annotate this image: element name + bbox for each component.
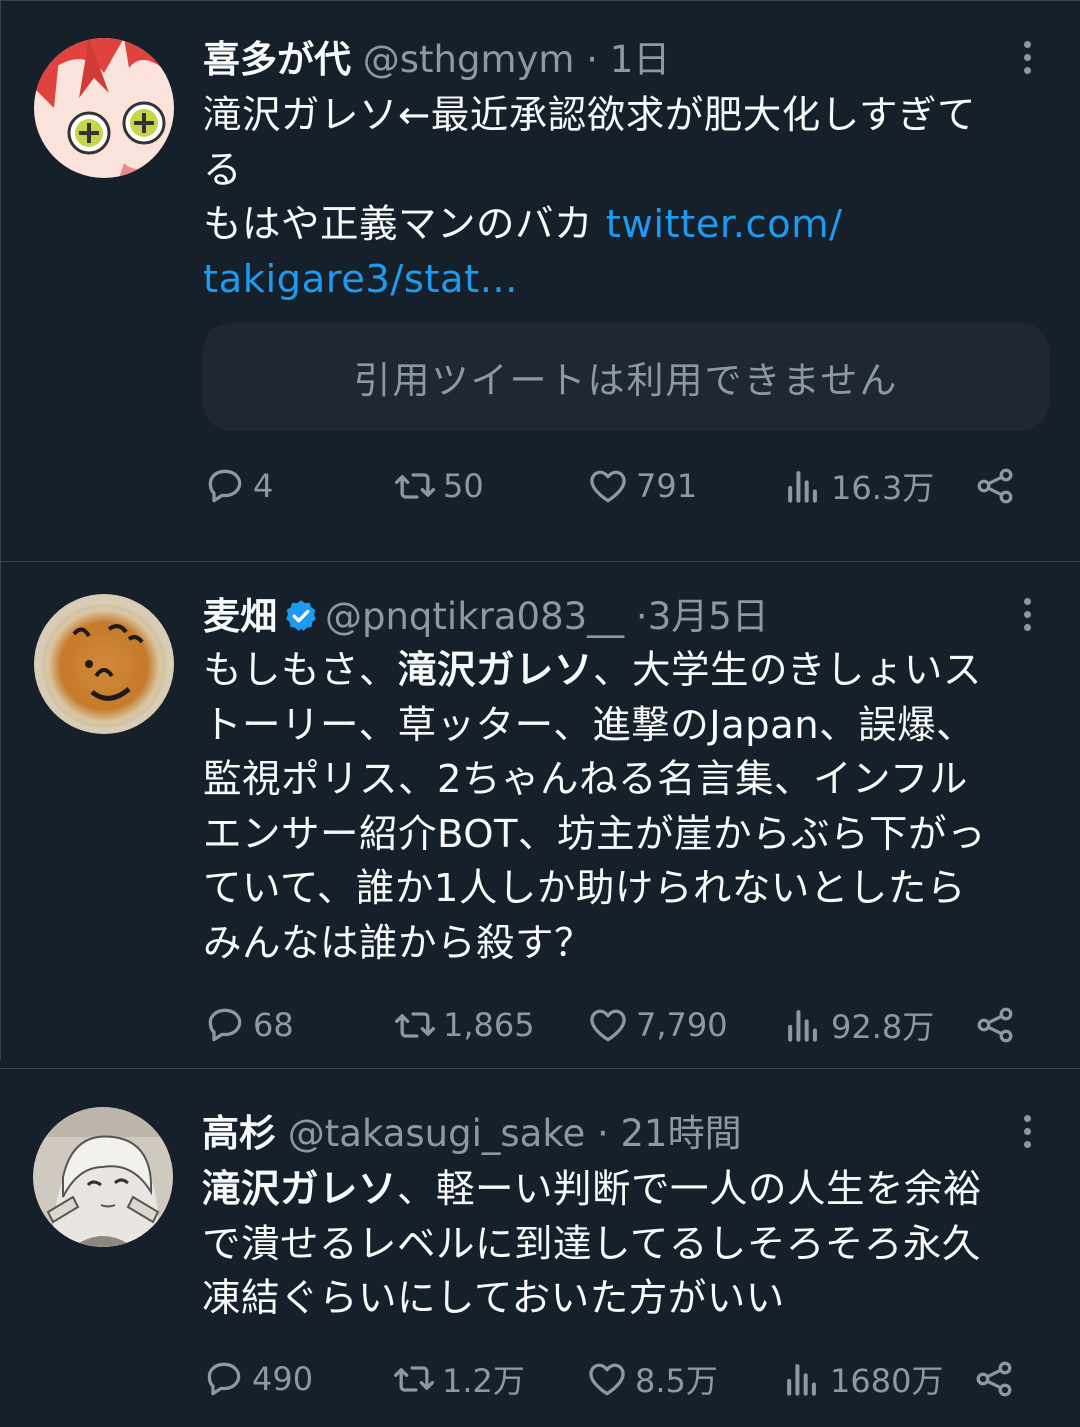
separator-dot: · <box>586 38 598 81</box>
verified-badge-icon <box>286 600 316 631</box>
retweet-button[interactable]: 1.2万 <box>392 1354 525 1404</box>
retweet-button[interactable]: 50 <box>393 461 484 511</box>
bold-mention: 滝沢ガレソ <box>398 648 594 693</box>
views-icon <box>787 1364 816 1396</box>
retweet-icon <box>395 473 435 499</box>
text-line: ていて、誰か1人しか助けられないとしたら <box>203 866 966 911</box>
timestamp[interactable]: 1日 <box>610 38 671 81</box>
retweet-count: 1,865 <box>443 1006 535 1044</box>
quote-unavailable-notice: 引用ツイートは利用できません <box>203 323 1049 431</box>
reply-button[interactable]: 68 <box>203 1000 294 1050</box>
display-name[interactable]: 喜多が代 <box>203 38 351 81</box>
text-line: 滝沢ガレソ←最近承認欲求が肥大化しすぎて <box>203 93 976 138</box>
share-button[interactable] <box>973 461 1017 511</box>
like-button[interactable]: 791 <box>586 461 697 511</box>
reply-icon <box>208 469 242 503</box>
reply-count: 4 <box>253 467 274 505</box>
view-count: 92.8万 <box>831 1008 935 1046</box>
text-line: 凍結ぐらいにしておいた方がいい <box>202 1276 785 1321</box>
like-count: 791 <box>636 467 698 505</box>
more-icon[interactable] <box>1012 1111 1042 1151</box>
tweet[interactable]: 高杉 @takasugi_sake · 21時間 滝沢ガレソ、軽ーい判断で一人の… <box>0 1068 1080 1427</box>
text-segment: もしもさ、 <box>203 648 399 693</box>
retweet-icon <box>394 1366 434 1392</box>
tweet-actions: 4 50 791 16.3万 <box>203 461 1033 511</box>
tweet-actions: 68 1,865 7,790 92.8万 <box>203 1000 1033 1050</box>
views-button[interactable]: 92.8万 <box>781 1000 934 1050</box>
tweet[interactable]: 喜多が代 @sthgmym · 1日 滝沢ガレソ←最近承認欲求が肥大化しすぎて … <box>0 0 1080 562</box>
tweet-text: 滝沢ガレソ、軽ーい判断で一人の人生を余裕 で潰せるレベルに到達してるしそろそろ永… <box>202 1163 1052 1327</box>
retweet-count: 50 <box>443 467 484 505</box>
text-line: る <box>203 147 243 193</box>
like-button[interactable]: 8.5万 <box>585 1354 718 1404</box>
retweet-icon <box>395 1012 435 1038</box>
reply-icon <box>208 1008 242 1042</box>
share-icon <box>977 1007 1013 1043</box>
text-line: もはや正義マンのバカ twitter.com/ <box>203 198 1052 253</box>
views-icon <box>788 1010 817 1042</box>
share-button[interactable] <box>972 1354 1016 1404</box>
text-segment: もはや正義マンのバカ <box>203 202 606 247</box>
tweet-link[interactable]: twitter.com/ <box>606 202 843 247</box>
retweet-count: 1.2万 <box>442 1362 525 1400</box>
heart-icon <box>589 1363 625 1396</box>
text-line: エンサー紹介BOT、坊主が崖からぶら下がっ <box>203 811 987 857</box>
view-count: 16.3万 <box>831 469 935 507</box>
share-icon <box>977 468 1013 504</box>
tweet-header: 高杉 @takasugi_sake · 21時間 <box>202 1109 1020 1159</box>
avatar[interactable] <box>33 1107 173 1247</box>
heart-icon <box>590 470 626 503</box>
views-button[interactable]: 16.3万 <box>781 461 934 511</box>
avatar[interactable] <box>34 594 174 734</box>
divider <box>0 1060 1080 1068</box>
user-handle[interactable]: @takasugi_sake <box>288 1112 585 1155</box>
tweet-link[interactable]: takigare3/stat... <box>203 253 1052 308</box>
reply-count: 68 <box>253 1006 294 1044</box>
text-line: トーリー、草ッター、進撃のJapan、誤爆、 <box>203 702 976 748</box>
timestamp[interactable]: 21時間 <box>621 1112 742 1155</box>
view-count: 1680万 <box>830 1362 944 1400</box>
display-name[interactable]: 麦畑 <box>203 595 277 638</box>
text-segment: 、軽ーい判断で一人の人生を余裕 <box>397 1167 983 1212</box>
text-line: 滝沢ガレソ、軽ーい判断で一人の人生を余裕 <box>202 1163 1052 1218</box>
share-button[interactable] <box>973 1000 1017 1050</box>
views-icon <box>788 471 817 503</box>
like-button[interactable]: 7,790 <box>586 1000 728 1050</box>
like-count: 8.5万 <box>635 1362 718 1400</box>
reply-icon <box>207 1362 241 1396</box>
heart-icon <box>590 1009 626 1042</box>
display-name[interactable]: 高杉 <box>202 1112 276 1155</box>
text-segment: 、大学生のきしょいス <box>593 648 982 693</box>
quote-unavailable-text: 引用ツイートは利用できません <box>353 359 899 402</box>
tweet-header: 麦畑 @pnqtikra083__ ·3月5日 <box>203 592 1020 642</box>
like-count: 7,790 <box>636 1006 728 1044</box>
timeline-feed: 喜多が代 @sthgmym · 1日 滝沢ガレソ←最近承認欲求が肥大化しすぎて … <box>0 0 1080 1427</box>
text-line: みんなは誰から殺す？ <box>203 920 594 966</box>
reply-button[interactable]: 4 <box>203 461 273 511</box>
more-icon[interactable] <box>1012 594 1042 634</box>
tweet-text: もしもさ、滝沢ガレソ、大学生のきしょいス トーリー、草ッター、進撃のJapan、… <box>203 644 1052 971</box>
tweet[interactable]: 麦畑 @pnqtikra083__ ·3月5日 もしもさ、滝沢ガレソ、大学生のきし… <box>0 562 1080 1060</box>
avatar[interactable] <box>34 38 174 178</box>
separator-dot: · <box>635 595 648 638</box>
reply-button[interactable]: 490 <box>202 1354 313 1404</box>
reply-count: 490 <box>252 1360 314 1398</box>
separator-dot: · <box>596 1112 609 1155</box>
retweet-button[interactable]: 1,865 <box>393 1000 535 1050</box>
tweet-actions: 490 1.2万 8.5万 1680万 <box>202 1354 1032 1404</box>
more-icon[interactable] <box>1012 37 1042 77</box>
tweet-text: 滝沢ガレソ←最近承認欲求が肥大化しすぎて る もはや正義マンのバカ twitte… <box>203 89 1052 307</box>
user-handle[interactable]: @pnqtikra083__ <box>325 595 624 638</box>
text-line: もしもさ、滝沢ガレソ、大学生のきしょいス <box>203 644 1052 699</box>
user-handle[interactable]: @sthgmym <box>363 38 575 81</box>
timestamp[interactable]: 3月5日 <box>648 595 769 638</box>
text-line: 監視ポリス、2ちゃんねる名言集、インフル <box>203 757 968 802</box>
text-line: で潰せるレベルに到達してるしそろそろ永久 <box>202 1221 981 1267</box>
bold-mention: 滝沢ガレソ <box>202 1167 398 1212</box>
share-icon <box>976 1361 1012 1397</box>
tweet-header: 喜多が代 @sthgmym · 1日 <box>203 35 1020 85</box>
views-button[interactable]: 1680万 <box>780 1354 943 1404</box>
